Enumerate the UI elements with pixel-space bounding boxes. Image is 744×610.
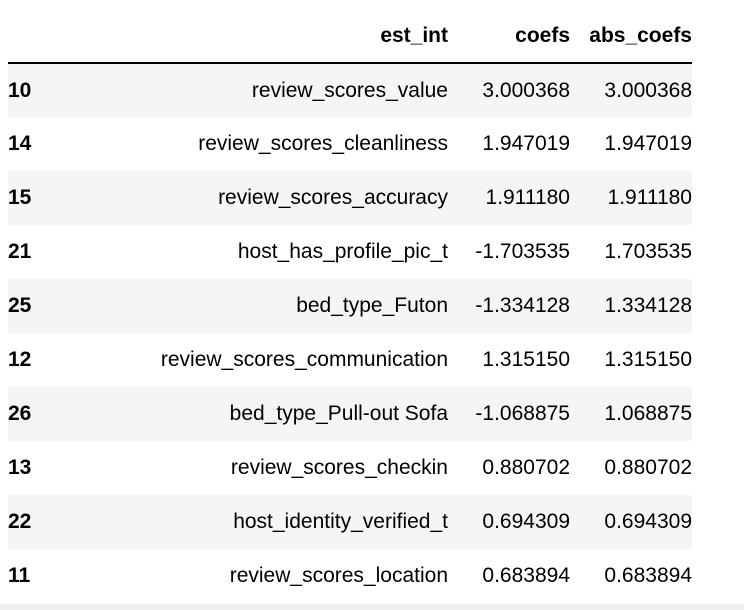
row-index: 14 <box>8 132 32 155</box>
dataframe-output: est_int coefs abs_coefs 10 review_scores… <box>0 0 744 610</box>
cell-abs-coefs: 0.683894 <box>604 564 692 587</box>
table-row: 25 bed_type_Futon -1.334128 1.334128 <box>8 279 692 333</box>
table-row: 12 review_scores_communication 1.315150 … <box>8 333 692 387</box>
cell-abs-coefs: 1.334128 <box>604 294 692 317</box>
cell-est-int: review_scores_communication <box>160 348 448 371</box>
cell-est-int: review_scores_cleanliness <box>198 132 448 155</box>
table-row: 21 host_has_profile_pic_t -1.703535 1.70… <box>8 225 692 279</box>
cell-abs-coefs: 1.068875 <box>604 402 692 425</box>
header-est-int: est_int <box>380 24 448 47</box>
row-index: 25 <box>8 294 32 317</box>
table-row: 15 review_scores_accuracy 1.911180 1.911… <box>8 171 692 225</box>
table-header: est_int coefs abs_coefs <box>8 10 692 63</box>
cell-abs-coefs: 1.911180 <box>607 186 692 209</box>
row-index: 12 <box>8 348 32 371</box>
cell-coefs: 0.683894 <box>482 564 570 587</box>
cell-coefs: 0.880702 <box>482 456 570 479</box>
cell-coefs: 1.911180 <box>485 186 570 209</box>
cell-coefs: -1.068875 <box>475 402 570 425</box>
row-index: 15 <box>8 186 32 209</box>
table-row: 13 review_scores_checkin 0.880702 0.8807… <box>8 441 692 495</box>
header-index <box>8 10 94 63</box>
cell-est-int: host_has_profile_pic_t <box>237 240 448 263</box>
table-row: 22 host_identity_verified_t 0.694309 0.6… <box>8 495 692 549</box>
table-row: 26 bed_type_Pull-out Sofa -1.068875 1.06… <box>8 387 692 441</box>
cell-abs-coefs: 1.315150 <box>604 348 692 371</box>
cell-est-int: host_identity_verified_t <box>233 510 448 533</box>
cell-abs-coefs: 1.703535 <box>604 240 692 263</box>
cell-coefs: 1.947019 <box>482 132 570 155</box>
row-index: 11 <box>8 564 31 587</box>
cell-abs-coefs: 0.880702 <box>604 456 692 479</box>
cell-est-int: review_scores_location <box>229 564 448 587</box>
row-index: 10 <box>8 78 32 102</box>
cell-abs-coefs: 3.000368 <box>604 78 692 102</box>
cell-coefs: -1.703535 <box>475 240 570 263</box>
table-row: 11 review_scores_location 0.683894 0.683… <box>8 549 692 603</box>
table-body: 10 review_scores_value 3.000368 3.000368… <box>8 63 692 603</box>
cell-coefs: 3.000368 <box>482 78 570 102</box>
cell-est-int: review_scores_value <box>251 78 448 102</box>
dataframe-table: est_int coefs abs_coefs 10 review_scores… <box>8 10 692 603</box>
header-abs-coefs: abs_coefs <box>589 24 692 47</box>
row-index: 26 <box>8 402 32 425</box>
table-row: 14 review_scores_cleanliness 1.947019 1.… <box>8 117 692 171</box>
cell-abs-coefs: 0.694309 <box>604 510 692 533</box>
cell-abs-coefs: 1.947019 <box>604 132 692 155</box>
cell-coefs: 1.315150 <box>482 348 570 371</box>
cell-coefs: 0.694309 <box>482 510 570 533</box>
header-row: est_int coefs abs_coefs <box>8 10 692 63</box>
row-index: 22 <box>8 510 32 533</box>
cell-est-int: review_scores_checkin <box>230 456 448 479</box>
row-index: 13 <box>8 456 32 479</box>
row-index: 21 <box>8 240 32 263</box>
cell-est-int: review_scores_accuracy <box>218 186 448 209</box>
cell-est-int: bed_type_Pull-out Sofa <box>229 402 448 425</box>
header-coefs: coefs <box>515 24 570 47</box>
cell-coefs: -1.334128 <box>475 294 570 317</box>
cell-est-int: bed_type_Futon <box>296 294 448 317</box>
bottom-edge-shadow <box>0 604 744 610</box>
table-row: 10 review_scores_value 3.000368 3.000368 <box>8 63 692 117</box>
